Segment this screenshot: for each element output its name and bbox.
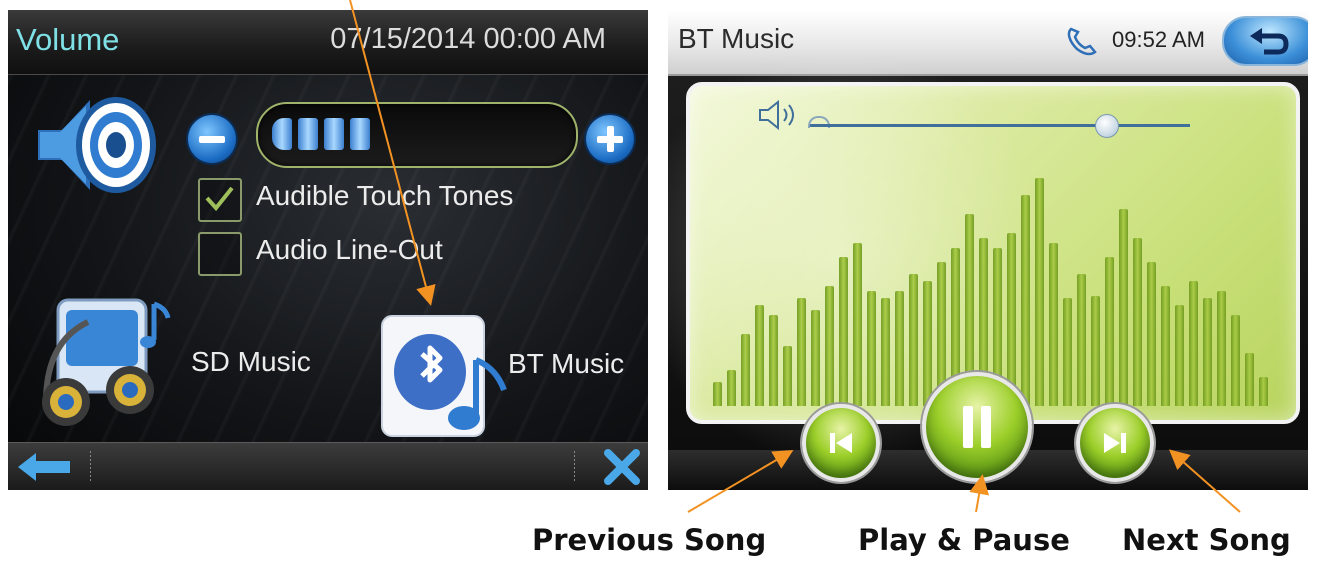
speaker-icon	[38, 97, 156, 193]
volume-slider-knob[interactable]	[1095, 114, 1119, 138]
audio-line-out-label: Audio Line-Out	[256, 234, 443, 265]
equalizer-bar	[1077, 274, 1086, 406]
phone-icon[interactable]	[1065, 25, 1099, 57]
volume-level-bar[interactable]	[256, 102, 578, 168]
equalizer-bar	[1049, 243, 1058, 406]
equalizer-bar	[1189, 281, 1198, 406]
equalizer-bar	[811, 310, 820, 406]
footer-divider	[90, 451, 91, 483]
equalizer-bar	[783, 346, 792, 406]
equalizer-bar	[1105, 257, 1114, 406]
previous-song-button[interactable]	[802, 404, 880, 482]
equalizer-bar	[755, 305, 764, 406]
audio-line-out-option[interactable]: Audio Line-Out	[198, 232, 478, 276]
bluetooth-music-icon[interactable]	[378, 310, 508, 442]
back-button[interactable]	[1222, 16, 1308, 66]
equalizer-bar	[1161, 286, 1170, 406]
volume-icon[interactable]	[758, 100, 802, 130]
footer-divider	[574, 451, 575, 483]
audible-touch-tones-option[interactable]: Audible Touch Tones	[198, 178, 548, 222]
equalizer-bar	[713, 382, 722, 406]
sd-music-label: SD Music	[191, 346, 311, 377]
volume-footer	[8, 442, 648, 490]
audible-touch-tones-label: Audible Touch Tones	[256, 180, 514, 211]
datetime-display: 07/15/2014 00:00 AM	[330, 23, 606, 55]
equalizer-bar	[895, 291, 904, 406]
equalizer-bar	[825, 286, 834, 406]
equalizer-bar	[1147, 262, 1156, 406]
volume-segment	[350, 118, 370, 150]
equalizer-bar	[839, 257, 848, 406]
equalizer-bar	[1063, 298, 1072, 406]
page-title: BT Music	[678, 23, 795, 54]
return-arrow-icon	[1250, 28, 1289, 55]
skip-forward-icon	[1104, 433, 1126, 453]
clock-time: 09:52 AM	[1112, 27, 1205, 52]
audio-line-out-checkbox[interactable]	[198, 232, 242, 276]
equalizer-bar	[1035, 178, 1044, 406]
equalizer-bar	[797, 298, 806, 406]
equalizer-bar	[1007, 233, 1016, 406]
volume-down-button[interactable]	[188, 115, 236, 163]
bt-music-screen: BT Music 09:52 AM	[668, 10, 1308, 490]
page-title: Volume	[16, 22, 120, 57]
skip-back-icon	[830, 433, 852, 453]
volume-segment	[298, 118, 318, 150]
left-arrow-icon[interactable]	[16, 451, 72, 483]
volume-screen: Volume 07/15/2014 00:00 AM Audible Touch…	[8, 10, 648, 490]
checkmark-icon	[205, 186, 234, 212]
equalizer-bar	[867, 291, 876, 406]
equalizer-bar	[1175, 305, 1184, 406]
bt-music-label: BT Music	[508, 348, 625, 379]
equalizer-bar	[1245, 353, 1254, 406]
volume-slider-track[interactable]	[810, 124, 1190, 127]
equalizer-bar	[923, 281, 932, 406]
close-icon[interactable]	[604, 449, 640, 485]
equalizer-bar	[727, 370, 736, 406]
volume-up-button[interactable]	[586, 115, 634, 163]
equalizer-bar	[881, 298, 890, 406]
equalizer-bar	[1133, 238, 1142, 406]
audible-touch-tones-checkbox[interactable]	[198, 178, 242, 222]
pause-icon	[963, 406, 991, 448]
volume-segment	[272, 118, 292, 150]
equalizer-bar	[1231, 315, 1240, 406]
equalizer-visualizer	[710, 166, 1270, 406]
equalizer-bar	[741, 334, 750, 406]
sd-music-icon[interactable]	[26, 282, 176, 432]
play-pause-caption: Play & Pause	[858, 523, 1070, 557]
next-song-button[interactable]	[1076, 404, 1154, 482]
equalizer-bar	[1119, 209, 1128, 406]
equalizer-bar	[853, 243, 862, 406]
equalizer-bar	[1203, 298, 1212, 406]
previous-song-caption: Previous Song	[532, 523, 767, 557]
next-song-caption: Next Song	[1122, 523, 1291, 557]
equalizer-bar	[909, 274, 918, 406]
equalizer-bar	[1217, 291, 1226, 406]
equalizer-bar	[1091, 296, 1100, 406]
equalizer-bar	[1259, 377, 1268, 406]
equalizer-bar	[769, 315, 778, 406]
equalizer-bar	[1021, 195, 1030, 406]
volume-segment	[324, 118, 344, 150]
volume-header: Volume 07/15/2014 00:00 AM	[8, 10, 648, 75]
play-pause-button[interactable]	[922, 372, 1032, 482]
visualizer-panel	[668, 46, 1300, 466]
